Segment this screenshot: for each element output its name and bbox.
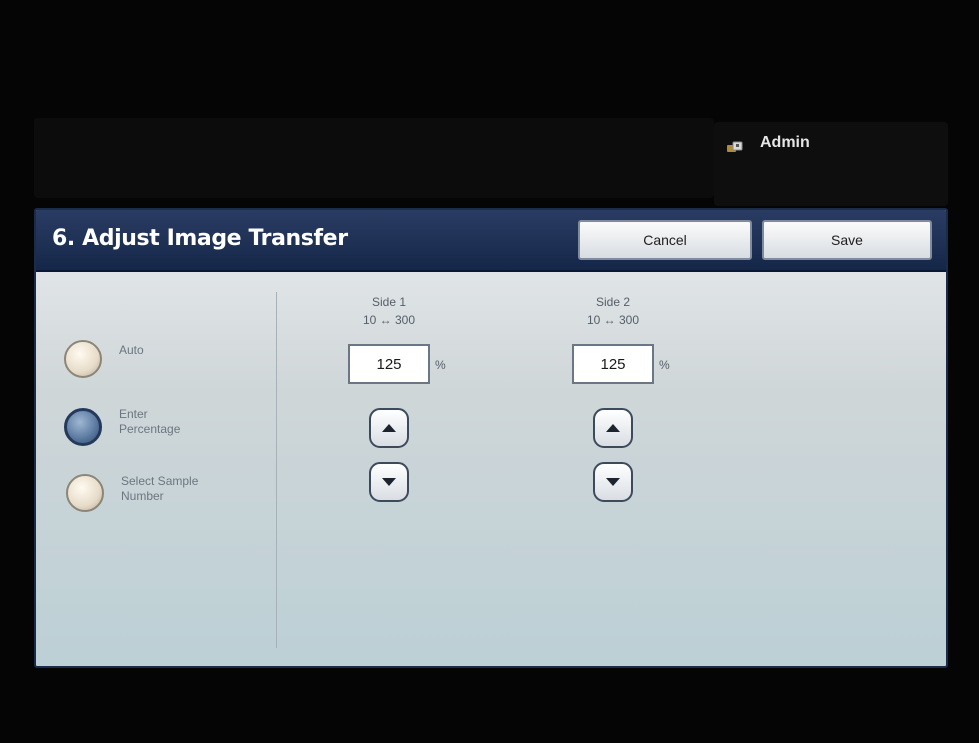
- adjust-image-transfer-dialog: 6. Adjust Image Transfer Cancel Save Aut…: [34, 208, 948, 668]
- section-divider: [276, 292, 277, 648]
- side-1-decrease-button[interactable]: [369, 462, 409, 502]
- side-2-percentage-input[interactable]: 125: [572, 344, 654, 384]
- option-auto-radio[interactable]: [64, 340, 102, 378]
- side-1-increase-button[interactable]: [369, 408, 409, 448]
- admin-key-icon: [727, 140, 743, 152]
- option-select-sample-number-label: Select Sample Number: [121, 474, 199, 503]
- arrow-up-icon: [606, 424, 620, 432]
- side-1-percentage-input[interactable]: 125: [348, 344, 430, 384]
- arrow-down-icon: [606, 478, 620, 486]
- option-auto-label: Auto: [119, 343, 144, 357]
- side-1-unit: %: [435, 358, 446, 372]
- option-enter-percentage-radio[interactable]: [64, 408, 102, 446]
- top-status-area: [34, 118, 714, 198]
- arrow-up-icon: [382, 424, 396, 432]
- option-enter-percentage-label: Enter Percentage: [119, 407, 181, 436]
- side-2-decrease-button[interactable]: [593, 462, 633, 502]
- cancel-button[interactable]: Cancel: [578, 220, 752, 260]
- side-2-unit: %: [659, 358, 670, 372]
- save-button[interactable]: Save: [762, 220, 932, 260]
- arrow-down-icon: [382, 478, 396, 486]
- side-2-increase-button[interactable]: [593, 408, 633, 448]
- side-1-range: 10 ↔ 300: [362, 313, 416, 327]
- side-2-range: 10 ↔ 300: [586, 313, 640, 327]
- page-title: 6. Adjust Image Transfer: [52, 226, 348, 251]
- side-1-title: Side 1: [371, 295, 407, 309]
- side-2-title: Side 2: [595, 295, 631, 309]
- admin-label: Admin: [760, 134, 810, 151]
- dialog-title-bar: 6. Adjust Image Transfer Cancel Save: [36, 210, 946, 272]
- option-select-sample-number-radio[interactable]: [66, 474, 104, 512]
- admin-area[interactable]: Admin: [714, 122, 948, 206]
